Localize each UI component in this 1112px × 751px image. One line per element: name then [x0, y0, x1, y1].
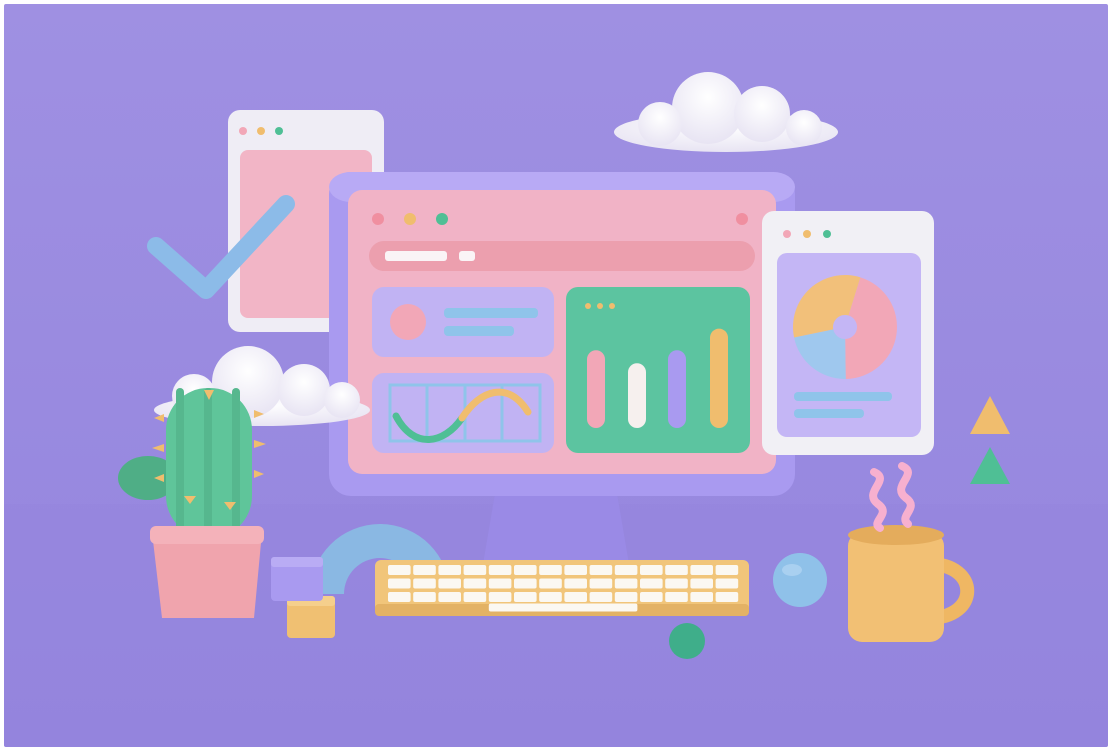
key	[690, 578, 713, 589]
key	[640, 592, 663, 602]
key	[715, 592, 739, 602]
flower-pot	[152, 532, 262, 618]
key	[539, 565, 562, 575]
bar-4	[710, 328, 728, 428]
key	[438, 578, 461, 589]
key	[413, 592, 436, 602]
key	[614, 592, 638, 602]
key	[438, 592, 461, 602]
key	[539, 578, 562, 589]
key	[665, 592, 688, 602]
key	[539, 592, 562, 602]
key	[589, 578, 613, 589]
key	[488, 565, 512, 575]
key	[715, 578, 739, 589]
keyboard	[375, 560, 749, 616]
scene-svg	[4, 4, 1108, 747]
bar-1	[587, 350, 605, 428]
key	[665, 565, 688, 575]
key	[564, 578, 587, 589]
bar-3	[668, 350, 686, 428]
key	[640, 578, 663, 589]
key	[640, 565, 663, 575]
key	[514, 592, 537, 602]
key	[413, 578, 436, 589]
key	[665, 578, 688, 589]
key	[564, 565, 587, 575]
right-window	[762, 211, 934, 455]
key	[388, 592, 411, 602]
key	[564, 592, 587, 602]
key	[589, 592, 613, 602]
green-ball	[669, 623, 705, 659]
key	[589, 565, 613, 575]
key	[413, 565, 436, 575]
key	[514, 565, 537, 575]
key	[488, 592, 512, 602]
key	[514, 578, 537, 589]
key	[463, 578, 487, 589]
bar-2	[628, 363, 646, 428]
key	[715, 565, 739, 575]
key	[614, 578, 638, 589]
space-bar-key	[488, 603, 638, 612]
key	[690, 592, 713, 602]
illustration-scene	[4, 4, 1108, 747]
key	[488, 578, 512, 589]
key	[388, 578, 411, 589]
key	[388, 565, 411, 575]
key	[463, 592, 487, 602]
key	[690, 565, 713, 575]
blue-ball	[773, 553, 827, 607]
key	[438, 565, 461, 575]
key	[463, 565, 487, 575]
key	[614, 565, 638, 575]
